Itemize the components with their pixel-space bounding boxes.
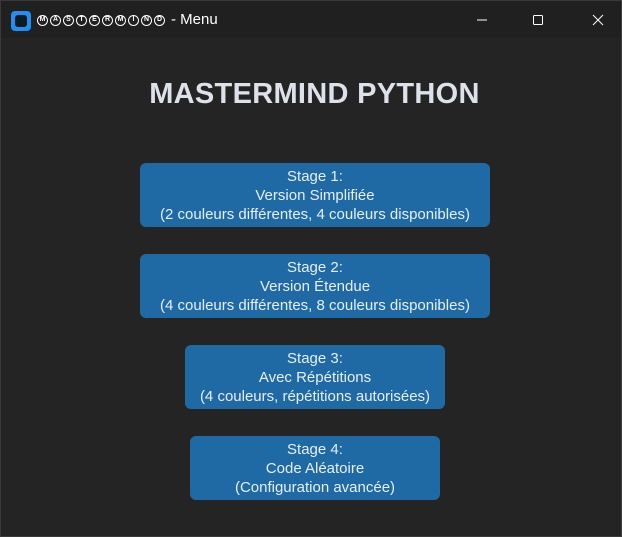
- stage-description: (Configuration avancée): [234, 478, 396, 496]
- close-icon: [592, 14, 604, 25]
- stage-title: Stage 4:: [287, 440, 343, 458]
- minimize-icon: [477, 19, 487, 20]
- stage-3-button[interactable]: Stage 3: Avec Répétitions (4 couleurs, r…: [185, 345, 445, 409]
- maximize-button[interactable]: [515, 1, 561, 38]
- title-bar[interactable]: MASTERMIND - Menu: [1, 1, 621, 38]
- logo-letter: M: [115, 14, 126, 26]
- stage-description: (4 couleurs différentes, 8 couleurs disp…: [160, 296, 470, 314]
- logo-letter: N: [141, 14, 152, 26]
- stage-name: Version Simplifiée: [255, 186, 375, 204]
- minimize-button[interactable]: [459, 1, 505, 38]
- logo-letter: D: [154, 14, 165, 26]
- window-title-suffix: - Menu: [171, 11, 218, 28]
- app-icon: [11, 11, 31, 31]
- logo-letter: T: [76, 14, 87, 26]
- stage-name: Avec Répétitions: [258, 368, 372, 386]
- page-title: MASTERMIND PYTHON: [149, 78, 480, 110]
- logo-letter: R: [102, 14, 113, 26]
- stage-name: Version Étendue: [259, 277, 371, 295]
- stage-1-button[interactable]: Stage 1: Version Simplifiée (2 couleurs …: [140, 163, 490, 227]
- stage-name: Code Aléatoire: [265, 459, 365, 477]
- stage-2-button[interactable]: Stage 2: Version Étendue (4 couleurs dif…: [140, 254, 490, 318]
- stage-description: (4 couleurs, répétitions autorisées): [199, 387, 431, 405]
- logo-letter: E: [89, 14, 100, 26]
- logo-letter: S: [63, 14, 74, 26]
- stage-4-button[interactable]: Stage 4: Code Aléatoire (Configuration a…: [190, 436, 440, 500]
- stage-description: (2 couleurs différentes, 4 couleurs disp…: [160, 205, 470, 223]
- window-title: MASTERMIND - Menu: [37, 11, 218, 29]
- stage-title: Stage 1:: [287, 167, 343, 185]
- stage-title: Stage 3:: [287, 349, 343, 367]
- logo-letter: A: [50, 14, 61, 26]
- close-button[interactable]: [575, 1, 621, 38]
- logo-letter: M: [37, 14, 48, 26]
- maximize-icon: [533, 14, 543, 25]
- app-logo-text: MASTERMIND: [37, 14, 165, 26]
- menu-content: MASTERMIND PYTHON Stage 1: Version Simpl…: [1, 38, 621, 536]
- stage-title: Stage 2:: [287, 258, 343, 276]
- logo-letter: I: [128, 14, 139, 26]
- app-window: MASTERMIND - Menu MASTERMIND PYTHON Stag…: [0, 0, 622, 537]
